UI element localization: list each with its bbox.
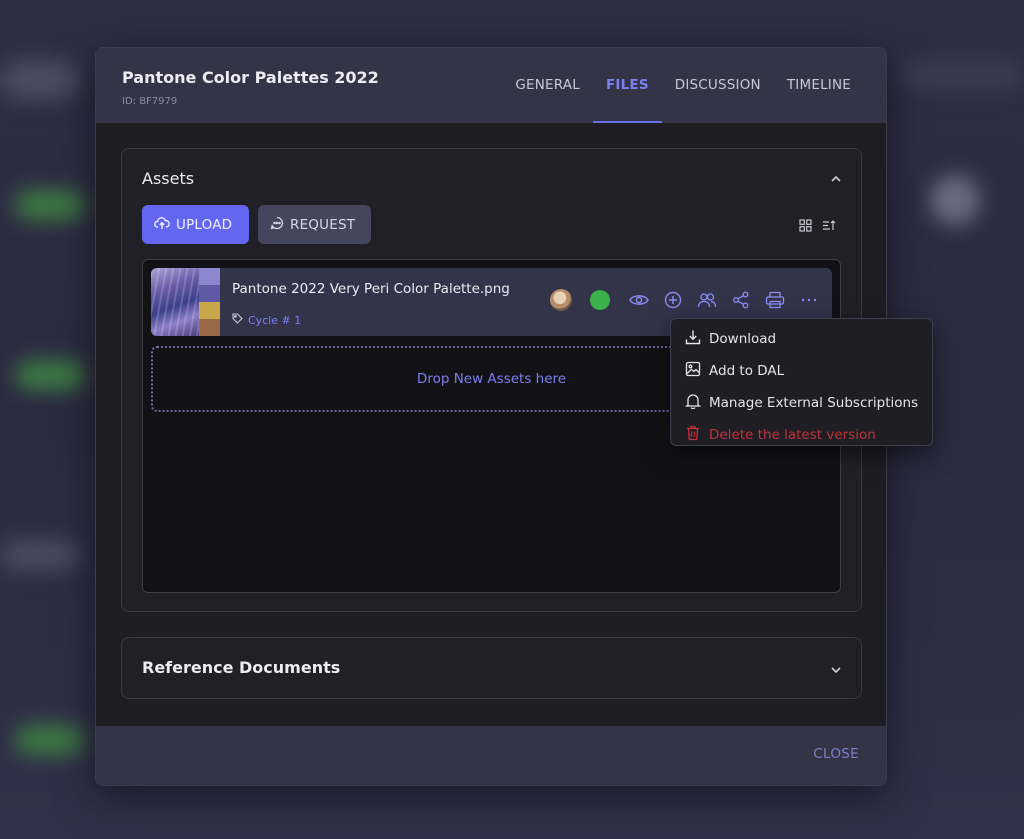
eye-icon[interactable] bbox=[628, 289, 650, 311]
modal-id: ID: BF7979 bbox=[122, 96, 178, 107]
trash-icon bbox=[685, 425, 701, 445]
modal-footer: CLOSE bbox=[96, 726, 886, 785]
grid-view-icon[interactable] bbox=[799, 217, 812, 236]
swatch bbox=[199, 319, 220, 336]
users-icon[interactable] bbox=[696, 289, 718, 311]
view-controls bbox=[799, 217, 836, 236]
backdrop-blob bbox=[0, 540, 80, 570]
tab-general[interactable]: GENERAL bbox=[502, 48, 593, 123]
swatch bbox=[199, 268, 220, 285]
tab-discussion[interactable]: DISCUSSION bbox=[662, 48, 774, 123]
menu-item-label: Manage External Subscriptions bbox=[709, 395, 919, 411]
upload-button[interactable]: UPLOAD bbox=[142, 205, 249, 244]
request-button[interactable]: REQUEST bbox=[258, 205, 371, 244]
modal-header: Pantone Color Palettes 2022 ID: BF7979 G… bbox=[96, 48, 886, 123]
reference-documents-title: Reference Documents bbox=[142, 658, 341, 677]
tag-icon bbox=[232, 313, 243, 327]
image-icon bbox=[685, 361, 701, 381]
chevron-down-icon[interactable] bbox=[829, 662, 843, 676]
chevron-up-icon[interactable] bbox=[829, 171, 843, 185]
asset-file-name[interactable]: Pantone 2022 Very Peri Color Palette.png bbox=[232, 281, 510, 297]
swatch bbox=[199, 302, 220, 319]
download-icon bbox=[685, 329, 701, 349]
asset-tag-label: Cycle # 1 bbox=[248, 313, 302, 327]
asset-tag[interactable]: Cycle # 1 bbox=[232, 313, 301, 327]
backdrop-blob bbox=[0, 60, 80, 100]
more-options-icon[interactable] bbox=[798, 289, 820, 311]
asset-thumbnail bbox=[151, 268, 220, 336]
menu-item-delete-version[interactable]: Delete the latest version bbox=[671, 419, 932, 451]
asset-actions bbox=[550, 289, 820, 311]
backdrop-blob bbox=[930, 175, 980, 225]
tab-timeline[interactable]: TIMELINE bbox=[774, 48, 864, 123]
menu-item-label: Add to DAL bbox=[709, 363, 785, 379]
backdrop-blob bbox=[15, 190, 85, 220]
tab-files[interactable]: FILES bbox=[592, 48, 662, 123]
thumbnail-swatches bbox=[199, 268, 220, 336]
chat-bubble-icon bbox=[270, 216, 284, 234]
menu-item-label: Delete the latest version bbox=[709, 427, 876, 443]
assets-title: Assets bbox=[142, 169, 195, 188]
backdrop-blob bbox=[15, 360, 85, 390]
asset-context-menu: Download Add to DAL Manage External Subs… bbox=[670, 318, 933, 446]
backdrop-blob bbox=[15, 725, 85, 755]
menu-item-label: Download bbox=[709, 331, 777, 347]
print-icon[interactable] bbox=[764, 289, 786, 311]
menu-item-download[interactable]: Download bbox=[671, 323, 932, 355]
reference-documents-panel[interactable]: Reference Documents bbox=[121, 637, 862, 699]
modal-title: Pantone Color Palettes 2022 bbox=[122, 68, 379, 87]
tab-bar: GENERAL FILES DISCUSSION TIMELINE bbox=[502, 48, 886, 123]
menu-item-manage-subscriptions[interactable]: Manage External Subscriptions bbox=[671, 387, 932, 419]
cloud-upload-icon bbox=[154, 216, 170, 234]
sort-icon[interactable] bbox=[822, 217, 836, 236]
close-button[interactable]: CLOSE bbox=[813, 746, 859, 762]
add-circle-icon[interactable] bbox=[662, 289, 684, 311]
request-label: REQUEST bbox=[290, 216, 356, 233]
share-icon[interactable] bbox=[730, 289, 752, 311]
swatch bbox=[199, 285, 220, 302]
avatar[interactable] bbox=[550, 289, 572, 311]
thumbnail-photo bbox=[151, 268, 199, 336]
backdrop-blob bbox=[900, 60, 1024, 90]
upload-label: UPLOAD bbox=[176, 216, 233, 233]
bell-icon bbox=[684, 393, 702, 413]
status-indicator bbox=[590, 290, 610, 310]
menu-item-add-to-dal[interactable]: Add to DAL bbox=[671, 355, 932, 387]
dropzone-label: Drop New Assets here bbox=[416, 371, 567, 387]
